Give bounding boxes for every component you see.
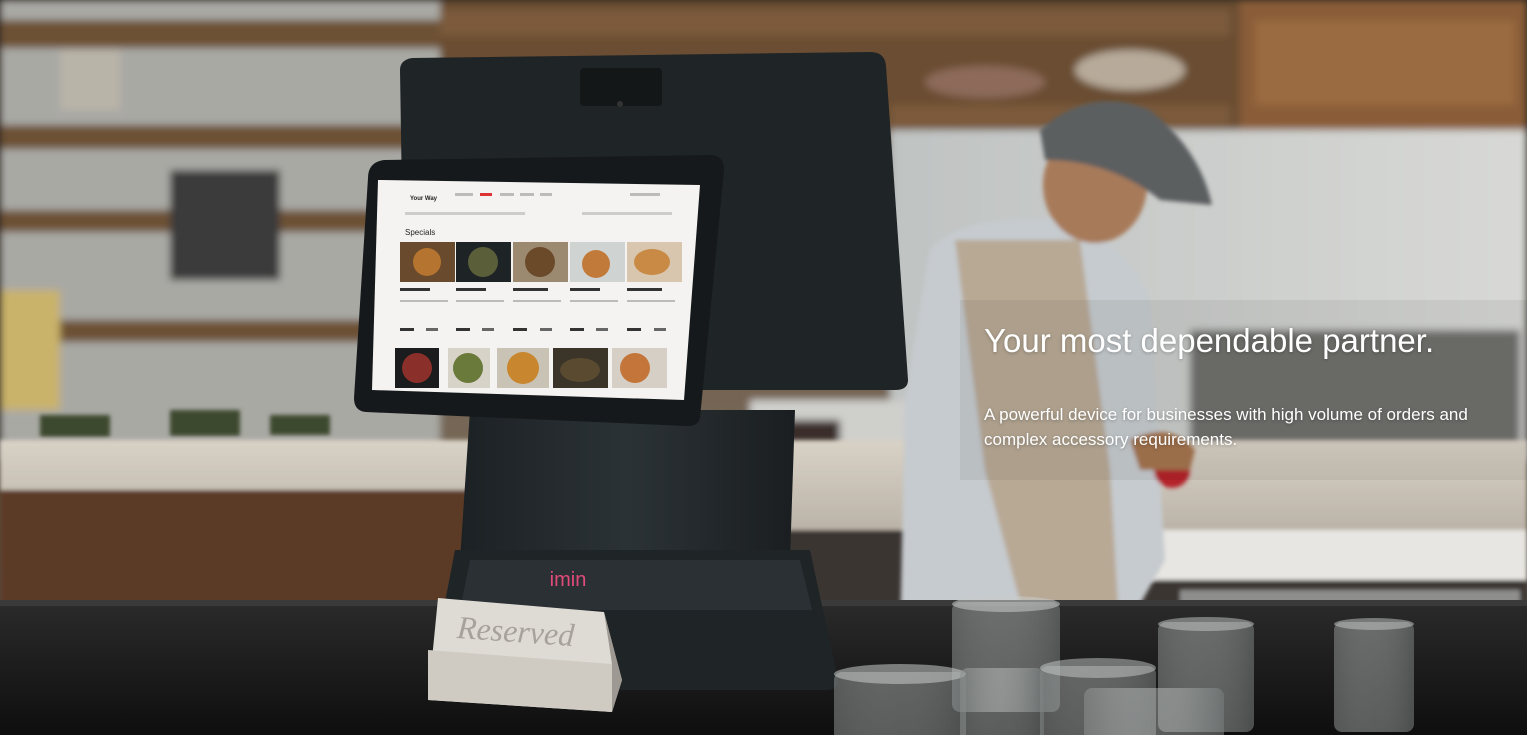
- hero-headline: Your most dependable partner.: [984, 322, 1435, 359]
- reserved-sign: Reserved: [428, 598, 622, 712]
- hero-subtext: A powerful device for businesses with hi…: [984, 405, 1468, 449]
- device-brand-logo: imin: [550, 569, 587, 591]
- screen-logo: Your Way: [410, 196, 438, 202]
- hero-photo: imin Your Way Specials Reserved: [0, 0, 1527, 735]
- screen-section-title: Specials: [405, 228, 435, 237]
- hero-banner: imin Your Way Specials Reserved Your mos…: [0, 0, 1527, 735]
